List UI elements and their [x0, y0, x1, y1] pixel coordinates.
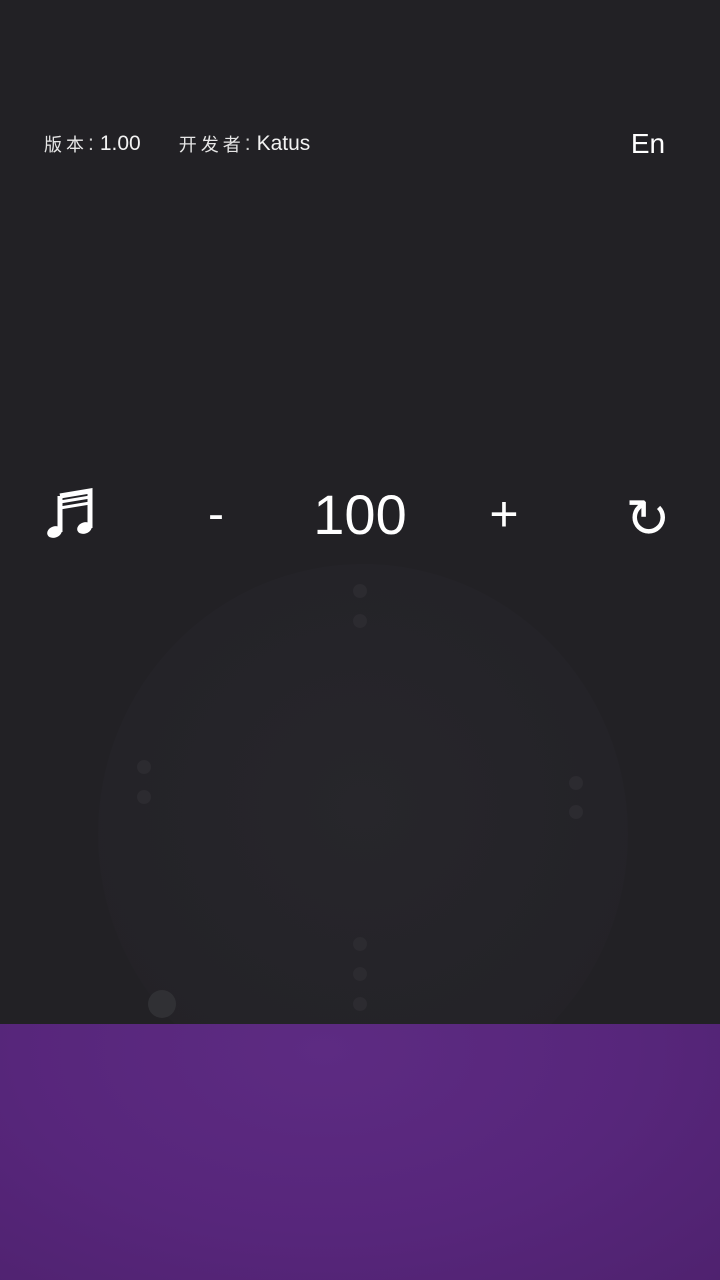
bead	[137, 790, 151, 804]
counter-value: 100	[313, 482, 407, 546]
bead	[569, 776, 583, 790]
current-bead	[148, 990, 176, 1018]
decrement-button[interactable]: -	[180, 476, 252, 552]
app-info: 版本 : 1.00 开发者 : Katus	[44, 128, 310, 160]
developer-separator: :	[244, 132, 251, 155]
version-info: 版本 : 1.00	[44, 131, 141, 157]
developer-info: 开发者 : Katus	[179, 131, 311, 157]
music-note-icon	[47, 488, 93, 538]
bead	[353, 584, 367, 598]
reset-icon: ↻	[625, 488, 671, 549]
music-toggle-button[interactable]	[36, 476, 106, 552]
language-toggle-button[interactable]: En	[614, 124, 682, 164]
developer-label: 开发者	[178, 135, 245, 156]
bead	[353, 937, 367, 951]
increment-button[interactable]: +	[468, 476, 540, 552]
developer-value: Katus	[256, 132, 311, 155]
bead	[353, 967, 367, 981]
app-screen: 版本 : 1.00 开发者 : Katus En - 100 + ↻	[0, 0, 720, 1280]
prayer-bead-ring[interactable]	[98, 564, 628, 1104]
bead	[353, 997, 367, 1011]
bottom-tap-area[interactable]	[0, 1024, 720, 1280]
bead	[353, 614, 367, 628]
version-label: 版本	[44, 135, 88, 156]
version-value: 1.00	[99, 132, 141, 155]
version-separator: :	[88, 132, 94, 155]
bead	[137, 760, 151, 774]
counter-controls: - 100 + ↻	[0, 476, 720, 552]
bead	[569, 805, 583, 819]
reset-button[interactable]: ↻	[612, 476, 684, 552]
